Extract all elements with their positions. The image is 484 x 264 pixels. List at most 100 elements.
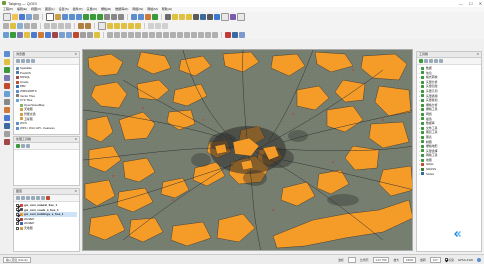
manage-theme-icon[interactable] bbox=[26, 196, 30, 200]
add-vector-layer-icon[interactable] bbox=[10, 31, 16, 38]
add-mssql-icon[interactable] bbox=[52, 31, 58, 38]
plugin-icon[interactable] bbox=[232, 31, 238, 38]
raster-icon[interactable] bbox=[3, 75, 10, 81]
new-shapefile-icon[interactable] bbox=[80, 31, 86, 38]
move-label-icon[interactable] bbox=[121, 22, 127, 29]
add-layer-icon[interactable] bbox=[3, 67, 10, 73]
layers-panel-icon[interactable] bbox=[3, 51, 10, 57]
identify-icon[interactable] bbox=[165, 13, 171, 20]
browser-item[interactable]: WFS / OGC API - Features bbox=[16, 126, 77, 131]
refresh-icon[interactable] bbox=[16, 59, 20, 63]
split-features-icon[interactable] bbox=[184, 31, 190, 38]
results-viewer-icon[interactable] bbox=[429, 59, 433, 63]
merge-features-icon[interactable] bbox=[198, 31, 204, 38]
add-wms-icon[interactable] bbox=[45, 31, 51, 38]
redo-icon[interactable] bbox=[85, 22, 91, 29]
delimited-text-icon[interactable] bbox=[3, 131, 10, 137]
history-icon[interactable] bbox=[21, 144, 25, 148]
save-as-icon[interactable] bbox=[26, 13, 32, 20]
new-geopackage-icon[interactable] bbox=[87, 31, 93, 38]
close-panel-icon[interactable]: ✕ bbox=[476, 52, 479, 57]
label-tool-icon[interactable] bbox=[98, 21, 106, 30]
field-calculator-icon[interactable] bbox=[193, 13, 199, 20]
zoom-selection-icon[interactable] bbox=[90, 13, 96, 20]
locator-search-input[interactable]: 输入定位 (Ctrl+K) bbox=[3, 256, 31, 263]
layer-item[interactable]: 天地图 bbox=[16, 226, 77, 231]
rotate-label-icon[interactable] bbox=[128, 22, 134, 29]
print-layout-icon[interactable] bbox=[33, 13, 39, 20]
new-project-icon[interactable] bbox=[3, 12, 11, 21]
expand-all-icon[interactable] bbox=[36, 196, 40, 200]
add-ring-icon[interactable] bbox=[135, 31, 141, 38]
highlight-labels-icon[interactable] bbox=[114, 22, 120, 29]
sum-icon[interactable] bbox=[214, 13, 220, 20]
run-model-icon[interactable] bbox=[419, 59, 423, 63]
refresh-icon[interactable] bbox=[152, 13, 158, 20]
merge-attributes-icon[interactable] bbox=[205, 31, 211, 38]
close-panel-icon[interactable]: ✕ bbox=[74, 52, 77, 57]
open-styling-icon[interactable] bbox=[16, 196, 20, 200]
layer-visibility-checkbox[interactable] bbox=[16, 212, 19, 216]
annotation-icon[interactable] bbox=[230, 13, 236, 20]
pan-to-selection-icon[interactable] bbox=[55, 13, 61, 20]
temporal-controller-icon[interactable] bbox=[145, 13, 151, 20]
pin-labels-icon[interactable] bbox=[107, 22, 113, 29]
paste-features-icon[interactable] bbox=[65, 22, 71, 29]
maximize-button[interactable]: ☐ bbox=[469, 1, 473, 6]
copy-features-icon[interactable] bbox=[58, 22, 64, 29]
new-map-view-icon[interactable] bbox=[131, 13, 137, 20]
zoom-last-icon[interactable] bbox=[111, 13, 117, 20]
select-by-value-icon[interactable] bbox=[179, 13, 185, 20]
advanced-digitizing-icon[interactable] bbox=[162, 22, 168, 29]
text-annotation-icon[interactable] bbox=[237, 12, 245, 21]
reshape-icon[interactable] bbox=[170, 31, 176, 38]
add-oracle-icon[interactable] bbox=[73, 31, 79, 38]
run-icon[interactable] bbox=[16, 144, 20, 148]
point-cloud-icon[interactable] bbox=[3, 107, 10, 113]
open-project-icon[interactable] bbox=[12, 13, 18, 20]
add-feature-icon[interactable] bbox=[24, 22, 30, 29]
add-postgis-icon[interactable] bbox=[31, 31, 37, 38]
results-icon[interactable] bbox=[26, 144, 30, 148]
database-icon[interactable] bbox=[3, 83, 10, 89]
current-edits-icon[interactable] bbox=[3, 22, 9, 29]
toggle-editing-icon[interactable] bbox=[10, 22, 16, 29]
collapse-all-icon[interactable] bbox=[41, 196, 45, 200]
add-raster-layer-icon[interactable] bbox=[17, 31, 23, 38]
deselect-icon[interactable] bbox=[186, 13, 192, 20]
layer-visibility-checkbox[interactable] bbox=[16, 222, 19, 226]
add-wcs-icon[interactable] bbox=[66, 31, 72, 38]
magnifier-field[interactable]: 100% bbox=[403, 256, 417, 263]
filter-icon[interactable] bbox=[21, 59, 25, 63]
tracing-icon[interactable] bbox=[155, 22, 161, 29]
toolbox-group-item[interactable]: › SAGA bbox=[419, 172, 479, 177]
pan-icon[interactable] bbox=[46, 12, 54, 21]
change-label-icon[interactable] bbox=[135, 22, 141, 29]
add-part-icon[interactable] bbox=[142, 31, 148, 38]
rotate-symbol-icon[interactable] bbox=[212, 31, 218, 38]
close-button[interactable]: ✕ bbox=[479, 1, 482, 6]
expand-arrow-icon[interactable]: › bbox=[419, 172, 420, 177]
virtual-layer-icon[interactable] bbox=[3, 115, 10, 121]
scale-field[interactable]: 1:47 760 bbox=[372, 256, 390, 263]
cut-features-icon[interactable] bbox=[51, 22, 57, 29]
filter-legend-icon[interactable] bbox=[31, 196, 35, 200]
georeferencer-icon[interactable] bbox=[239, 31, 245, 38]
zoom-next-icon[interactable] bbox=[118, 13, 124, 20]
gps-icon[interactable] bbox=[3, 139, 10, 145]
add-delimited-text-icon[interactable] bbox=[24, 31, 30, 38]
minimize-button[interactable]: — bbox=[459, 1, 463, 6]
add-group-icon[interactable] bbox=[21, 196, 25, 200]
zoom-rubberband-icon[interactable] bbox=[76, 13, 82, 20]
history-icon[interactable] bbox=[424, 59, 428, 63]
measure-icon[interactable] bbox=[207, 13, 213, 20]
delete-ring-icon[interactable] bbox=[156, 31, 162, 38]
zoom-native-icon[interactable] bbox=[104, 13, 110, 20]
save-project-icon[interactable] bbox=[19, 13, 25, 20]
vertex-tool-icon[interactable] bbox=[31, 22, 37, 29]
close-panel-icon[interactable]: ✕ bbox=[74, 137, 77, 142]
crs-button[interactable]: EPSG:4326 bbox=[458, 258, 473, 262]
save-edits-icon[interactable] bbox=[17, 22, 23, 29]
snapping-icon[interactable] bbox=[148, 22, 154, 29]
digitize-shape-icon[interactable] bbox=[107, 31, 113, 38]
